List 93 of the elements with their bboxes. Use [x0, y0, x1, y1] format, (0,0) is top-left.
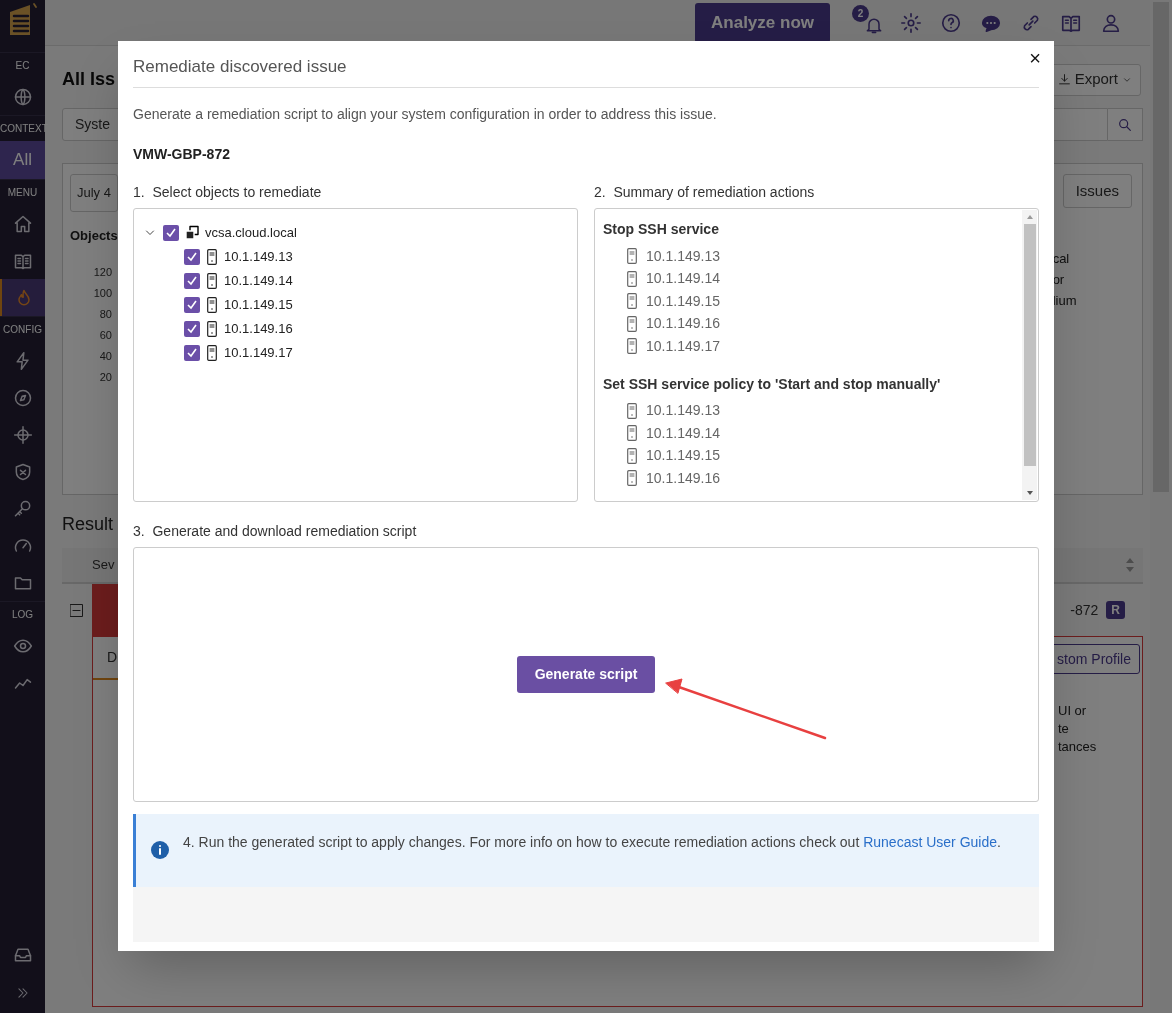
tree-item-label[interactable]: 10.1.149.16	[224, 319, 293, 339]
collapse-icon[interactable]	[70, 603, 83, 617]
server-icon	[207, 321, 217, 337]
server-icon	[207, 273, 217, 289]
vcenter-icon	[184, 225, 200, 241]
settings-icon[interactable]	[900, 11, 922, 34]
host-address: 10.1.149.16	[646, 468, 720, 488]
sort-icon[interactable]	[1125, 557, 1135, 573]
scroll-up-icon[interactable]	[1025, 213, 1034, 221]
modal-description: Generate a remediation script to align your system configuration in order to address this issue.	[133, 105, 718, 124]
checkbox[interactable]	[184, 273, 200, 289]
detail-text: tances	[1058, 738, 1098, 756]
host-address: 10.1.149.15	[646, 291, 720, 311]
issue-id: VMW-GBP-872	[133, 145, 231, 164]
server-icon	[627, 270, 637, 287]
modal-title: Remediate discovered issue	[133, 56, 347, 79]
legend-label: lium	[1052, 292, 1077, 310]
sidebar-section-label: CONFIG	[0, 316, 45, 342]
host-address: 10.1.149.13	[646, 246, 720, 266]
server-icon	[627, 248, 637, 265]
step-label: 1. Select objects to remediate	[133, 183, 323, 202]
checkbox[interactable]	[184, 297, 200, 313]
home-icon	[12, 213, 33, 234]
download-icon	[1057, 73, 1071, 86]
action-title: Stop SSH service	[603, 220, 720, 239]
key-icon	[12, 498, 33, 519]
tree-item-label[interactable]: 10.1.149.17	[224, 343, 293, 363]
host-address: 10.1.149.16	[646, 314, 720, 334]
generate-script-button[interactable]: Generate script	[517, 655, 655, 693]
context-selector[interactable]: All	[0, 141, 45, 179]
checkbox[interactable]	[184, 249, 200, 265]
globe-icon	[12, 86, 33, 107]
host-address: 10.1.149.15	[646, 446, 720, 466]
sidebar-section-label: EC	[0, 52, 45, 78]
server-icon	[207, 249, 217, 265]
server-icon	[207, 297, 217, 313]
filter-value: Syste	[75, 115, 110, 134]
step-label: 2. Summary of remediation actions	[594, 183, 816, 202]
checkbox[interactable]	[184, 321, 200, 337]
scrollbar[interactable]	[1022, 210, 1037, 500]
host-address: 10.1.149.14	[646, 269, 720, 289]
page-title: All Iss	[62, 68, 116, 91]
axis-label: 80	[99, 306, 112, 322]
axis-label: 60	[99, 327, 112, 343]
tree-item-label[interactable]: 10.1.149.15	[224, 295, 293, 315]
user-guide-link[interactable]: Runecast User Guide	[863, 834, 997, 850]
server-icon	[627, 315, 637, 332]
chart-title: Objects	[70, 227, 118, 245]
server-icon	[627, 447, 637, 464]
checkbox[interactable]	[163, 225, 179, 241]
server-icon	[627, 338, 637, 355]
host-address: 10.1.149.13	[646, 401, 720, 421]
double-chevron-icon	[15, 986, 30, 1000]
axis-label: 20	[99, 369, 112, 385]
tree-item-label[interactable]: 10.1.149.13	[224, 247, 293, 267]
sidebar-section-label: LOG	[0, 601, 45, 627]
issues-button[interactable]: Issues	[1062, 174, 1132, 208]
sidebar-section-label: MENU	[0, 179, 45, 205]
detail-text: UI or	[1058, 702, 1088, 720]
detail-text: te	[1058, 720, 1070, 738]
server-icon	[627, 293, 637, 310]
close-button[interactable]: ×	[1029, 48, 1041, 68]
host-address: 10.1.149.17	[646, 336, 720, 356]
server-icon	[627, 402, 637, 419]
notification-badge: 2	[852, 4, 869, 22]
action-title: Set SSH service policy to 'Start and stop manually'	[603, 374, 942, 394]
scroll-down-icon[interactable]	[1025, 489, 1034, 497]
results-title: Result	[62, 513, 114, 536]
tree-item-label[interactable]: 10.1.149.14	[224, 271, 293, 291]
axis-label: 100	[93, 285, 112, 301]
date-button[interactable]: July 4	[70, 174, 118, 212]
sidebar-item[interactable]	[0, 279, 45, 316]
axis-label: 120	[93, 264, 112, 280]
search-icon	[1117, 116, 1133, 133]
help-icon[interactable]	[940, 11, 962, 34]
scrollbar-thumb[interactable]	[1023, 224, 1036, 466]
search-button[interactable]	[1108, 108, 1143, 141]
info-text: 4. Run the generated script to apply changes. For more info on how to execute remediation actions check out Runecast User Guide.	[183, 833, 1002, 852]
issue-id: -872	[1070, 600, 1099, 620]
tree-item-label[interactable]: vcsa.cloud.local	[205, 223, 297, 243]
step-label: 3. Generate and download remediation script	[133, 522, 418, 541]
server-icon	[627, 470, 637, 487]
axis-label: 40	[99, 348, 112, 364]
compass-icon	[12, 387, 33, 408]
analyze-button[interactable]: Analyze now	[695, 3, 830, 43]
server-icon	[627, 425, 637, 442]
server-icon	[207, 345, 217, 361]
host-address: 10.1.149.14	[646, 423, 720, 443]
rule-badge: R	[1106, 601, 1125, 619]
info-icon	[151, 841, 169, 859]
crosshair-icon	[12, 424, 33, 445]
column-header: Sev	[92, 556, 115, 575]
checkbox[interactable]	[184, 345, 200, 361]
